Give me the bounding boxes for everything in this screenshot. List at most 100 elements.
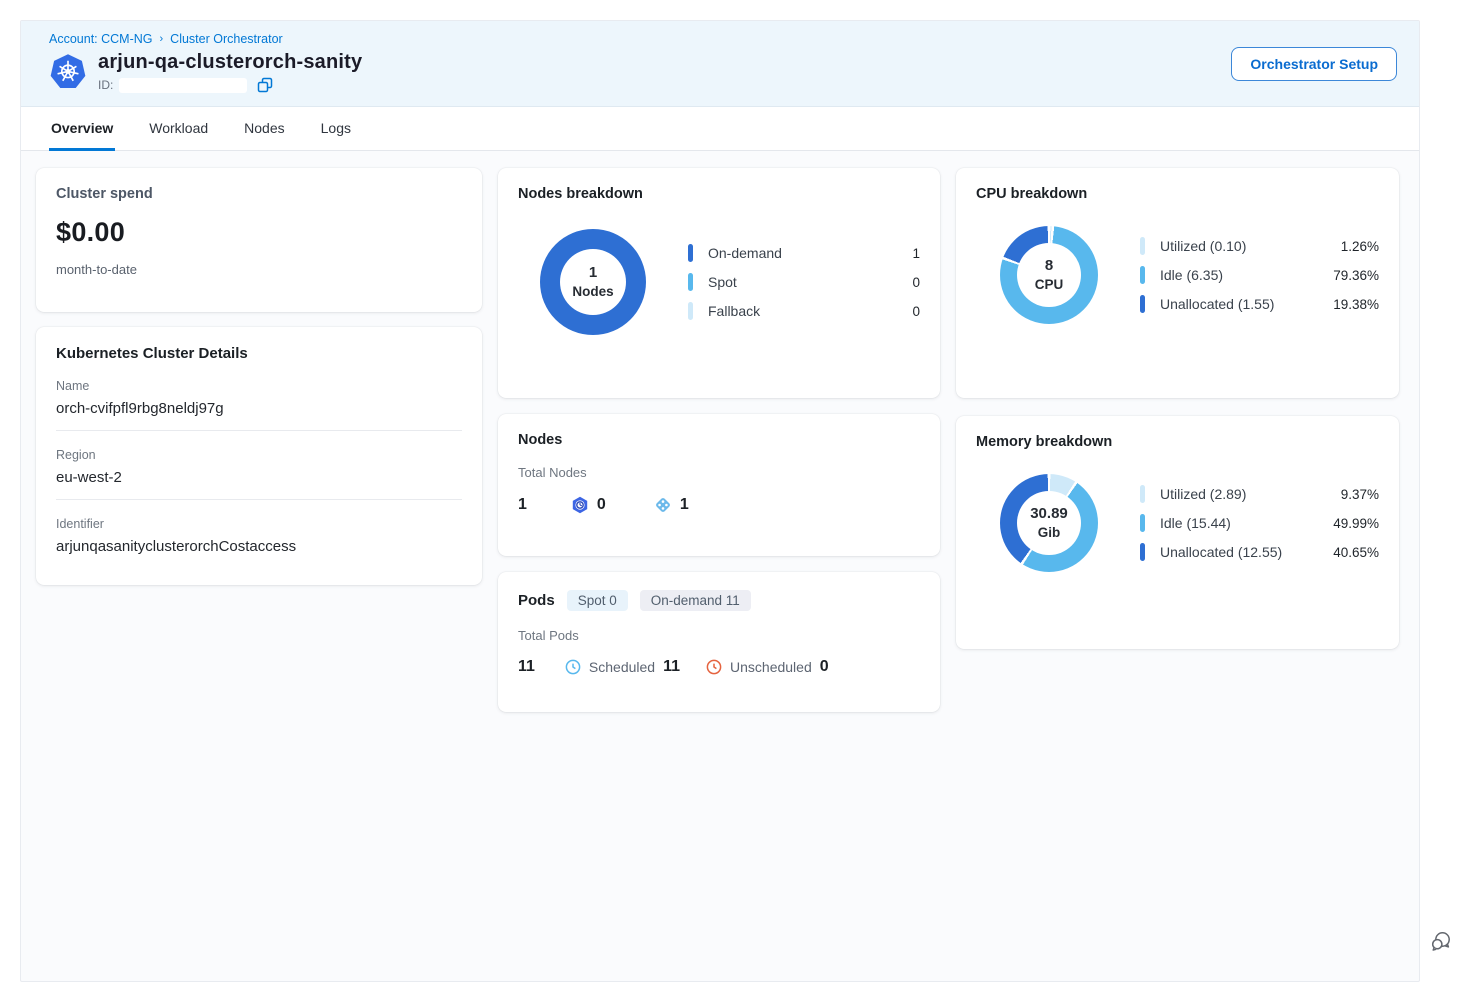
clock-icon-orange <box>706 659 722 675</box>
unscheduled-pods-stat: Unscheduled 0 <box>706 658 829 676</box>
tab-nodes[interactable]: Nodes <box>242 107 286 151</box>
legend-value: 9.37% <box>1341 487 1379 502</box>
nodes-card: Nodes Total Nodes 1 <box>498 414 940 556</box>
legend-row: Utilized (2.89) 9.37% <box>1140 483 1379 505</box>
legend-row: Unallocated (1.55) 19.38% <box>1140 293 1379 315</box>
spot-nodes-stat: 0 <box>571 496 606 514</box>
legend-row: Fallback 0 <box>688 300 920 322</box>
legend-label: Unallocated (12.55) <box>1160 544 1333 560</box>
cluster-spend-title: Cluster spend <box>56 186 462 202</box>
divider <box>56 499 462 500</box>
legend-label: Idle (6.35) <box>1160 267 1333 283</box>
field-value-name: orch-cvifpfl9rbg8neldj97g <box>56 400 462 417</box>
kubernetes-icon <box>49 53 87 91</box>
legend-label: Spot <box>708 274 912 290</box>
memory-breakdown-title: Memory breakdown <box>976 434 1379 450</box>
cpu-breakdown-title: CPU breakdown <box>976 186 1379 202</box>
legend-value: 40.65% <box>1333 545 1379 560</box>
spot-hexagon-icon <box>571 496 589 514</box>
legend-row: On-demand 1 <box>688 242 920 264</box>
donut-center-value: 30.89 <box>1030 504 1068 524</box>
breadcrumb-account-link[interactable]: Account: CCM-NG <box>49 32 153 46</box>
chat-bubbles-icon[interactable] <box>1429 929 1453 953</box>
donut-center-value: 1 <box>589 263 597 283</box>
legend-label: Utilized (2.89) <box>1160 486 1341 502</box>
main-panel: Account: CCM-NG › Cluster Orchestrator <box>20 20 1420 982</box>
legend-label: Fallback <box>708 303 912 319</box>
breadcrumb: Account: CCM-NG › Cluster Orchestrator <box>49 32 1397 46</box>
legend-value: 1.26% <box>1341 239 1379 254</box>
donut-center: 30.89 Gib <box>1017 491 1081 555</box>
scheduled-pods-stat: Scheduled 11 <box>565 658 680 676</box>
title-block: arjun-qa-clusterorch-sanity ID: <box>98 51 362 93</box>
panel-header: Account: CCM-NG › Cluster Orchestrator <box>21 21 1419 107</box>
memory-donut-chart: 30.89 Gib <box>1000 474 1098 572</box>
cluster-spend-amount: $0.00 <box>56 217 462 248</box>
donut-center: 8 CPU <box>1017 243 1081 307</box>
nodes-card-title: Nodes <box>518 432 920 448</box>
pods-card: Pods Spot 0 On-demand 11 Total Pods 11 <box>498 572 940 712</box>
cluster-details-card: Kubernetes Cluster Details Name orch-cvi… <box>36 327 482 585</box>
cpu-donut-chart: 8 CPU <box>1000 226 1098 324</box>
pods-spot-badge: Spot 0 <box>567 590 628 611</box>
cpu-breakdown-card: CPU breakdown 8 CPU Utilized (0.10) 1.26… <box>956 168 1399 398</box>
total-nodes-value: 1 <box>518 496 527 514</box>
divider <box>56 430 462 431</box>
clock-icon-blue <box>565 659 581 675</box>
total-pods-label: Total Pods <box>518 628 920 643</box>
title-row: arjun-qa-clusterorch-sanity ID: <box>49 51 1397 93</box>
column-right: CPU breakdown 8 CPU Utilized (0.10) 1.26… <box>956 168 1399 649</box>
legend-marker-unallocated <box>1140 295 1145 313</box>
legend-row: Idle (6.35) 79.36% <box>1140 264 1379 286</box>
tab-bar: Overview Workload Nodes Logs <box>21 107 1419 151</box>
field-value-region: eu-west-2 <box>56 469 462 486</box>
content-area: Cluster spend $0.00 month-to-date Kubern… <box>21 151 1419 729</box>
cluster-details-title: Kubernetes Cluster Details <box>56 345 462 362</box>
cluster-spend-period: month-to-date <box>56 262 462 277</box>
cluster-id-value <box>119 78 247 93</box>
legend-value: 79.36% <box>1333 268 1379 283</box>
legend-marker-idle <box>1140 266 1145 284</box>
on-demand-diamond-icon <box>654 496 672 514</box>
legend-marker-on-demand <box>688 244 693 262</box>
nodes-breakdown-card: Nodes breakdown 1 Nodes On-demand 1 <box>498 168 940 398</box>
legend-marker-fallback <box>688 302 693 320</box>
legend-marker-spot <box>688 273 693 291</box>
donut-center-label: CPU <box>1035 276 1064 294</box>
legend-label: Unallocated (1.55) <box>1160 296 1333 312</box>
orchestrator-setup-button[interactable]: Orchestrator Setup <box>1231 47 1397 81</box>
tab-logs[interactable]: Logs <box>319 107 353 151</box>
legend-value: 49.99% <box>1333 516 1379 531</box>
legend-marker-unallocated <box>1140 543 1145 561</box>
cluster-id-label: ID: <box>98 78 113 92</box>
total-nodes-label: Total Nodes <box>518 465 920 480</box>
tab-workload[interactable]: Workload <box>147 107 210 151</box>
scheduled-count: 11 <box>663 658 680 676</box>
field-label-identifier: Identifier <box>56 517 462 531</box>
donut-center-label: Gib <box>1038 524 1061 542</box>
pods-on-demand-badge: On-demand 11 <box>640 590 751 611</box>
total-pods-value: 11 <box>518 658 535 676</box>
field-label-name: Name <box>56 379 462 393</box>
memory-breakdown-card: Memory breakdown 30.89 Gib Utilized (2.8… <box>956 416 1399 649</box>
page-title: arjun-qa-clusterorch-sanity <box>98 51 362 74</box>
legend-row: Utilized (0.10) 1.26% <box>1140 235 1379 257</box>
nodes-breakdown-title: Nodes breakdown <box>518 186 920 202</box>
breadcrumb-section-link[interactable]: Cluster Orchestrator <box>170 32 283 46</box>
donut-center-label: Nodes <box>572 283 613 301</box>
cluster-spend-card: Cluster spend $0.00 month-to-date <box>36 168 482 312</box>
legend-value: 19.38% <box>1333 297 1379 312</box>
breadcrumb-separator: › <box>160 33 164 45</box>
pods-stats-row: 11 Scheduled 11 <box>518 658 920 676</box>
legend-value: 0 <box>912 304 920 319</box>
tab-overview[interactable]: Overview <box>49 107 115 151</box>
donut-center-value: 8 <box>1045 256 1053 276</box>
on-demand-nodes-stat: 1 <box>654 496 689 514</box>
memory-breakdown-legend: Utilized (2.89) 9.37% Idle (15.44) 49.99… <box>1140 476 1379 570</box>
legend-value: 1 <box>912 246 920 261</box>
legend-row: Unallocated (12.55) 40.65% <box>1140 541 1379 563</box>
scheduled-label: Scheduled <box>589 659 655 675</box>
copy-icon[interactable] <box>257 77 273 93</box>
field-value-identifier: arjunqasanityclusterorchCostaccess <box>56 538 462 555</box>
spot-nodes-count: 0 <box>597 496 606 514</box>
